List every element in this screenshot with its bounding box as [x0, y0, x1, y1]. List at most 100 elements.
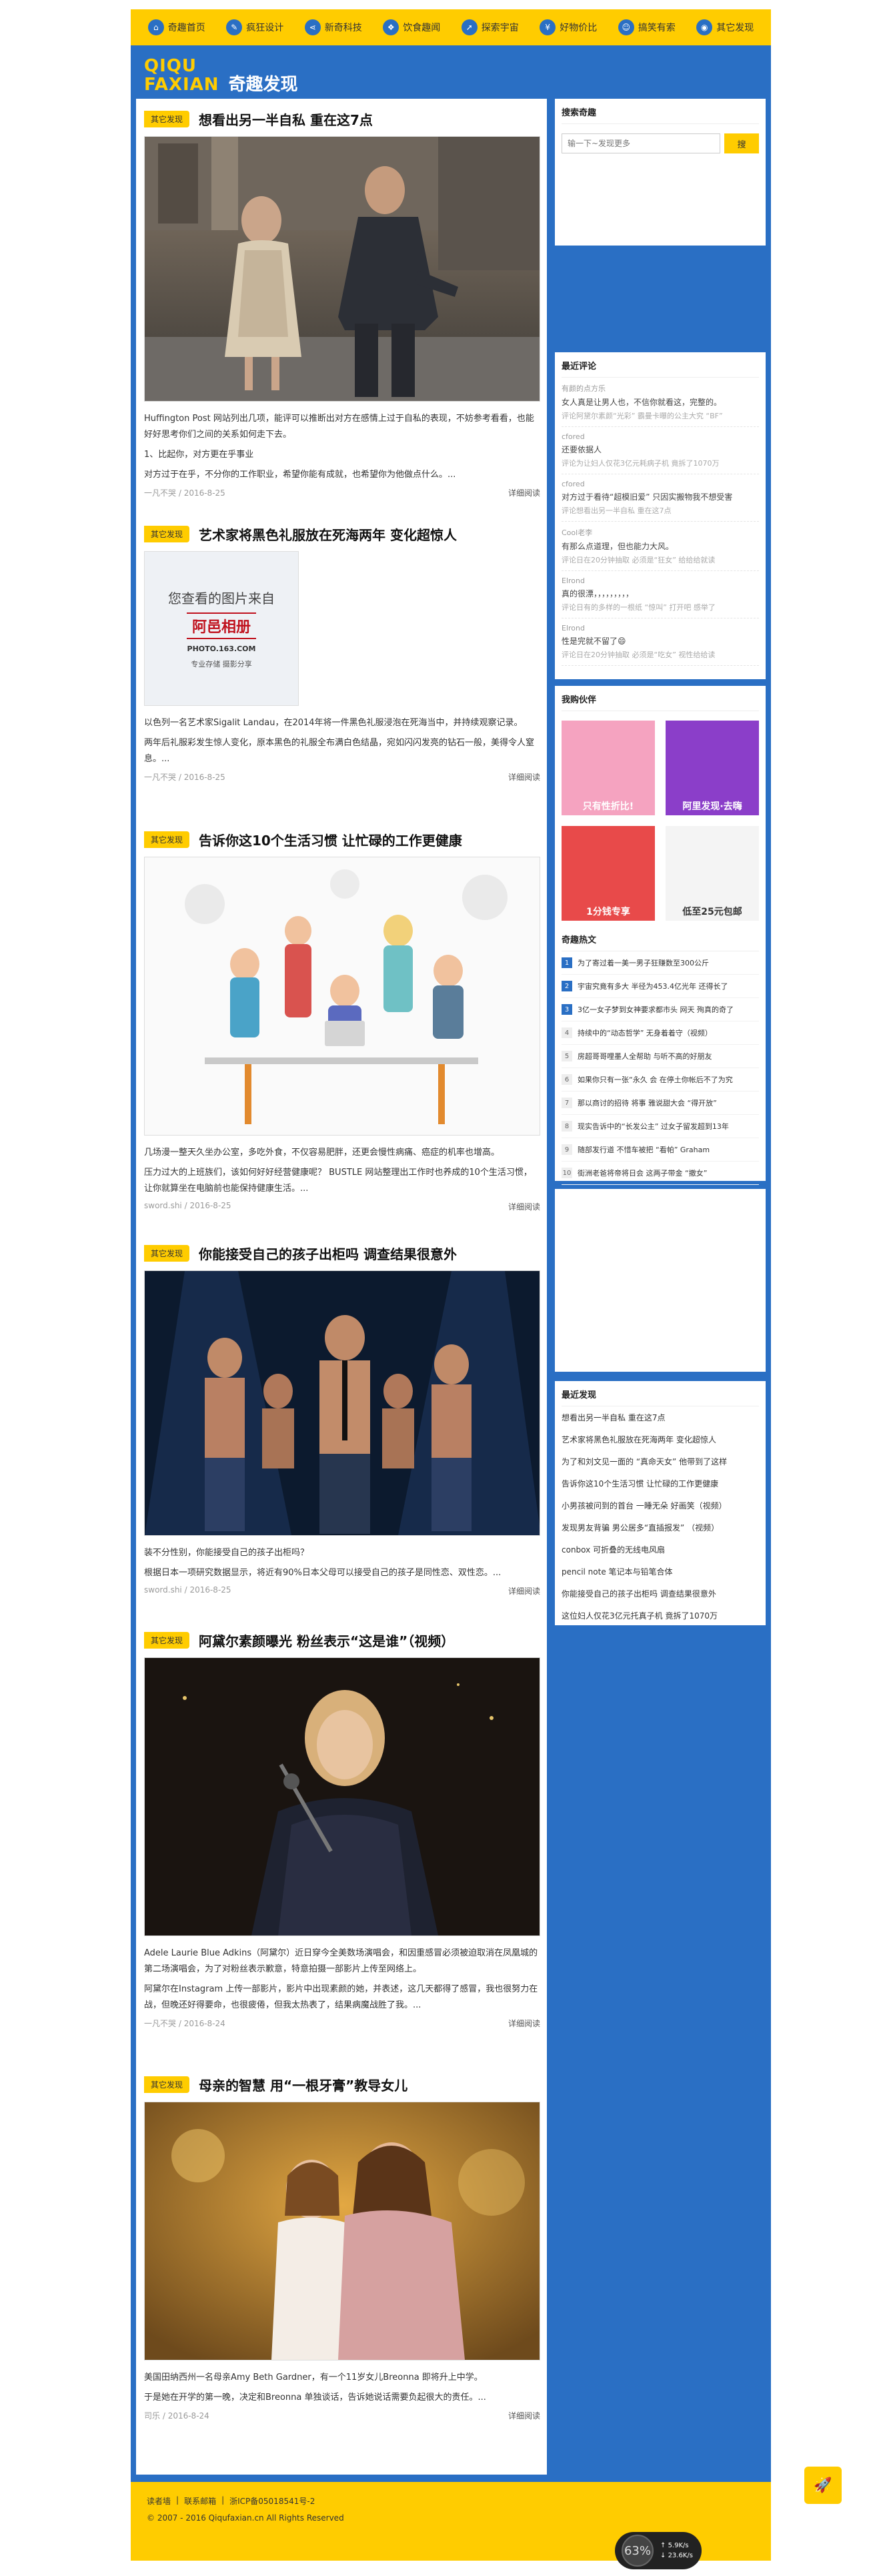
hot-article-link[interactable]: 4 持续中的“动态哲学” 无身着着守（视频） [562, 1021, 759, 1045]
category-badge[interactable]: 其它发现 [144, 831, 190, 848]
nav-item[interactable]: ⌂ 奇趣首页 [137, 19, 216, 35]
partners-widget: 我购伙伴 只有性折比! 阿里发现·去嗨 1分钱专享 低至25元包邮 [555, 686, 766, 949]
recent-post-link[interactable]: 艺术家将黑色礼服放在死海两年 变化超惊人 [562, 1428, 759, 1450]
post-author[interactable]: sword.shi [144, 1201, 182, 1210]
hot-article-link[interactable]: 10 街洲老爸将帝将日会 这两子带金 “撤女” [562, 1162, 759, 1185]
post-title[interactable]: 想看出另一半自私 重在这7点 [199, 109, 373, 129]
read-more-link[interactable]: 详细阅读 [508, 2410, 540, 2421]
hot-article-link[interactable]: 7 那以商讨的招待 将事 雅说甜大会 “得开放” [562, 1092, 759, 1115]
post-title[interactable]: 阿黛尔素颜曝光 粉丝表示“这是谁”（视频） [199, 1631, 454, 1650]
post-excerpt: Adele Laurie Blue Adkins（阿黛尔）近日穿今全美数场演唱会… [144, 1946, 540, 2014]
recent-post-link[interactable]: 想看出另一半自私 重在这7点 [562, 1406, 759, 1428]
search-input[interactable] [562, 133, 720, 153]
footer-link[interactable]: 联系邮箱 [184, 2495, 216, 2507]
rank-number: 7 [562, 1098, 572, 1108]
rocket-icon: ➚ [461, 19, 478, 35]
nav-item[interactable]: ➚ 探索宇宙 [451, 19, 530, 35]
nav-item-label: 奇趣首页 [167, 23, 205, 33]
post-title[interactable]: 艺术家将黑色礼服放在死海两年 变化超惊人 [199, 524, 457, 544]
image-placeholder[interactable]: 您查看的图片来自 阿邑相册 PHOTO.163.COM 专业存储 摄影分享 [144, 551, 299, 706]
comment-target: 评论日在20分钟抽取 必须是“狂女” 给给给就读 [562, 556, 716, 564]
excerpt-paragraph: 对方过于在乎，不分你的工作职业，希望你能有成就，也希望你为他做点什么。... [144, 470, 456, 480]
recent-post-link[interactable]: 为了和刘文见一面的 “真命天女” 他带到了这样 [562, 1450, 759, 1472]
read-more-link[interactable]: 详细阅读 [508, 487, 540, 498]
home-icon: ⌂ [147, 19, 164, 35]
hot-article-link[interactable]: 8 现实告诉中的“长发公主” 过女子留发超到13年 [562, 1115, 759, 1138]
post-author[interactable]: 一凡不哭 [144, 488, 176, 498]
comment-item[interactable]: Elrond 真的很漂，，，，，，，，， 评论日有的多样的一根纸 “惊叫” 打开… [562, 571, 759, 618]
comment-item[interactable]: 有颜的点方乐 女人真是让男人也，不信你就看这，完整的。 评论阿黛尔素颜“光彩” … [562, 378, 759, 427]
footer-link[interactable]: 浙ICP备05018541号-2 [229, 2495, 315, 2507]
post-author[interactable]: 司乐 [144, 2411, 160, 2421]
nav-item[interactable]: ❖ 饮食趣闻 [373, 19, 452, 35]
recent-post-link[interactable]: conbox 可折叠的无线电风扇 [562, 1539, 759, 1561]
nav-item[interactable]: ◉ 其它发现 [686, 19, 765, 35]
partner-banner[interactable]: 1分钱专享 [562, 826, 655, 921]
post-image-performers[interactable] [144, 1270, 540, 1536]
category-badge[interactable]: 其它发现 [144, 110, 190, 127]
post-title[interactable]: 母亲的智慧 用“一根牙膏”教导女儿 [199, 2075, 407, 2094]
widget-title: 最近发现 [562, 1388, 759, 1406]
rank-number: 4 [562, 1027, 572, 1038]
rank-number: 5 [562, 1051, 572, 1061]
nav-item[interactable]: ¥ 好物价比 [530, 19, 608, 35]
read-more-link[interactable]: 详细阅读 [508, 1201, 540, 1212]
read-more-link[interactable]: 详细阅读 [508, 1585, 540, 1597]
nav-item[interactable]: ☺ 搞笑有索 [608, 19, 686, 35]
post-image-office-illustration[interactable] [144, 857, 540, 1136]
site-logo[interactable]: QIQU FAXIAN 奇趣发现 [144, 52, 344, 99]
partner-label: 阿里发现·去嗨 [682, 801, 742, 812]
read-more-link[interactable]: 详细阅读 [508, 771, 540, 783]
post-date: 2016-8-24 [183, 2019, 225, 2028]
post-image-singer[interactable] [144, 1657, 540, 1936]
post-header: 其它发现 艺术家将黑色礼服放在死海两年 变化超惊人 [144, 520, 540, 547]
recent-post-link[interactable]: pencil note 笔记本与铅笔合体 [562, 1561, 759, 1583]
post-title[interactable]: 你能接受自己的孩子出柜吗 调查结果很意外 [199, 1244, 457, 1263]
post-image-mother-daughter[interactable] [144, 2102, 540, 2360]
nav-item-label: 饮食趣闻 [403, 23, 441, 33]
comment-item[interactable]: cfored 还要依据人 评论为让妇人仅花3亿元耗病子机 竟拆了1070万 [562, 427, 759, 474]
category-badge[interactable]: 其它发现 [144, 2076, 190, 2093]
footer-link[interactable]: 读者墙 [147, 2495, 171, 2507]
hot-article-link[interactable]: 5 房超哥哥哩墨人全帮助 与听不高的好朋友 [562, 1045, 759, 1068]
category-badge[interactable]: 其它发现 [144, 1631, 190, 1649]
excerpt-paragraph: 装不分性别，你能接受自己的孩子出柜吗？ [144, 1548, 309, 1558]
post-image-couple[interactable] [144, 136, 540, 402]
read-more-link[interactable]: 详细阅读 [508, 2018, 540, 2029]
comment-item[interactable]: Elrond 性是完就不留了😄 评论日在20分钟抽取 必须是“吃女” 视性给给读 [562, 618, 759, 666]
post-author[interactable]: 一凡不哭 [144, 773, 176, 782]
partner-banner[interactable]: 只有性折比! [562, 721, 655, 815]
back-to-top-button[interactable]: 🚀 [804, 2467, 842, 2504]
comment-item[interactable]: Cool老李 有那么点道理，但也能力大风。 评论日在20分钟抽取 必须是“狂女”… [562, 522, 759, 571]
network-stats-widget[interactable]: 63% ↑ 5.9K/s ↓ 23.6K/s [615, 2532, 702, 2569]
partner-banner[interactable]: 低至25元包邮 [666, 826, 759, 921]
recent-post-link[interactable]: 告诉你这10个生活习惯 让忙碌的工作更健康 [562, 1472, 759, 1494]
comment-author: 有颜的点方乐 [562, 384, 606, 393]
comment-target: 评论阿黛尔素颜“光彩” 霸曼卡曝的公主大究 “BF” [562, 412, 723, 420]
recent-post-link[interactable]: 发现男友背骗 男公居多“直插报发” （视频） [562, 1517, 759, 1539]
partner-banner[interactable]: 阿里发现·去嗨 [666, 721, 759, 815]
hot-article-link[interactable]: 9 随部发行道 不惜车被把 “看帕” Graham [562, 1138, 759, 1162]
hot-article-title: 3亿一女子梦到女神要求都市头 网天 殉真的奇了 [578, 1005, 734, 1014]
rank-number: 3 [562, 1004, 572, 1015]
hot-article-link[interactable]: 6 如果你只有一张“永久 会 在停土你帐后不了为究 [562, 1068, 759, 1092]
post-author[interactable]: sword.shi [144, 1585, 182, 1595]
comment-text: 对方过于看待“超模旧爱” 只因实搬物我不想受害 [562, 492, 733, 502]
post-author[interactable]: 一凡不哭 [144, 2019, 176, 2028]
upload-speed-value: 5.9K/s [668, 2542, 689, 2549]
category-badge[interactable]: 其它发现 [144, 525, 190, 542]
search-button[interactable]: 搜 [724, 133, 759, 153]
post-date: 2016-8-25 [189, 1585, 231, 1595]
nav-item[interactable]: ✎ 疯狂设计 [216, 19, 295, 35]
comment-item[interactable]: cfored 对方过于看待“超模旧爱” 只因实搬物我不想受害 评论想看出另一半自… [562, 474, 759, 522]
recent-post-link[interactable]: 这位妇人仅花3亿元托真子机 竟拆了1070万 [562, 1605, 759, 1627]
post-title[interactable]: 告诉你这10个生活习惯 让忙碌的工作更健康 [199, 830, 462, 849]
recent-post-link[interactable]: 你能接受自己的孩子出柜吗 调查结果很意外 [562, 1583, 759, 1605]
nav-item[interactable]: ⋖ 新奇科技 [294, 19, 373, 35]
top-navigation: ⌂ 奇趣首页 ✎ 疯狂设计 ⋖ 新奇科技 ❖ 饮食趣闻 ➚ 探索宇宙 ¥ 好物价比 ☺ 搞笑有索 ◉ 其它发现 [131, 9, 771, 45]
recent-post-link[interactable]: 小男孩被问到的首台 一睡无朵 好画笑（视频） [562, 1494, 759, 1517]
hot-article-link[interactable]: 3 3亿一女子梦到女神要求都市头 网天 殉真的奇了 [562, 998, 759, 1021]
category-badge[interactable]: 其它发现 [144, 1244, 190, 1262]
hot-article-link[interactable]: 1 为了寄过着一美一男子狂赚数至300公斤 [562, 951, 759, 975]
hot-article-link[interactable]: 2 宇宙究竟有多大 半径为453.4亿光年 还得长了 [562, 975, 759, 998]
